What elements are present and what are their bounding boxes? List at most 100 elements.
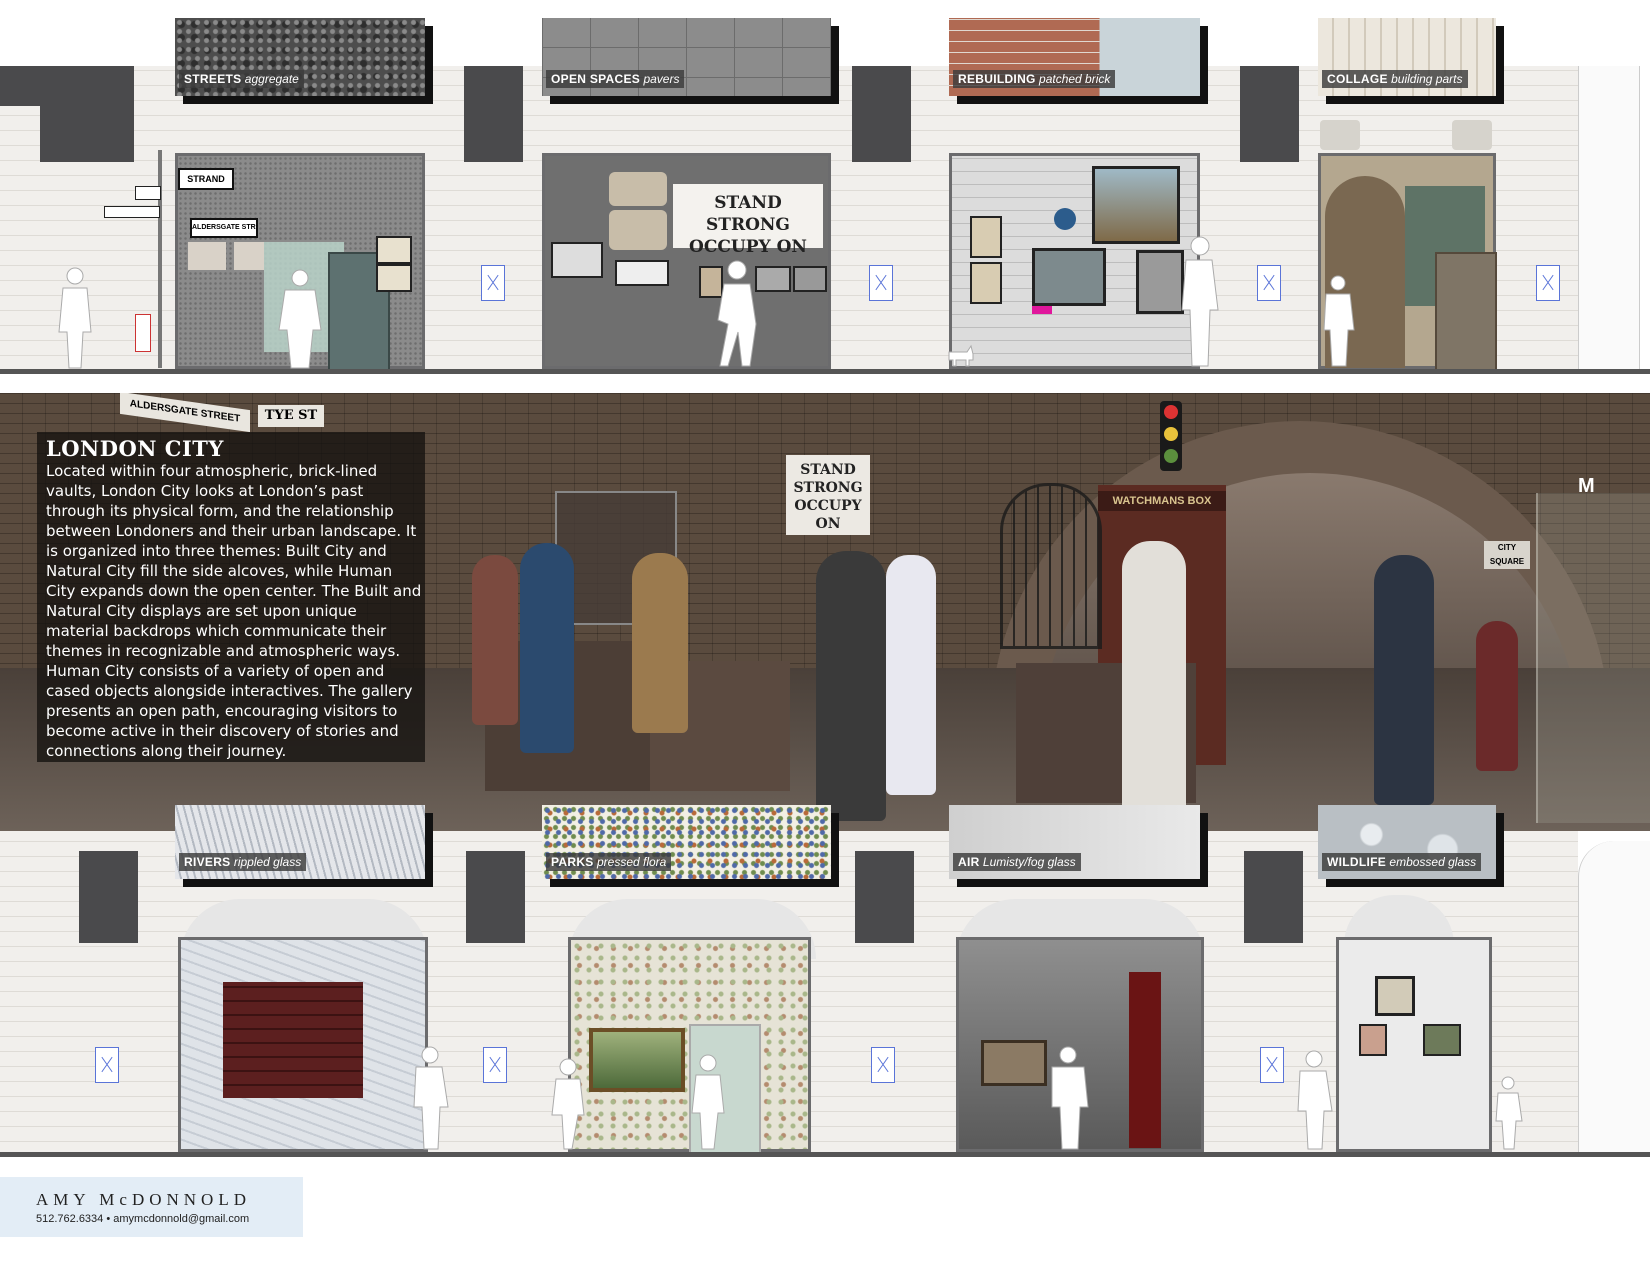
label-tag bbox=[869, 265, 893, 301]
gallery-description: Located within four atmospheric, brick-l… bbox=[46, 462, 422, 760]
label-tag bbox=[1260, 1047, 1284, 1083]
iron-gate bbox=[1000, 483, 1102, 649]
label-pink bbox=[1032, 306, 1052, 314]
swatch-label: WILDLIFE embossed glass bbox=[1322, 853, 1482, 871]
visitor-figure bbox=[278, 269, 322, 369]
visitor bbox=[1374, 555, 1434, 805]
author-name: AMY McDONNOLD bbox=[36, 1190, 251, 1209]
visitor-figure bbox=[413, 1046, 449, 1150]
label-tag bbox=[481, 265, 505, 301]
swatch-label: REBUILDING patched brick bbox=[953, 70, 1116, 88]
top-pillar bbox=[852, 66, 911, 162]
framed-photo bbox=[615, 260, 669, 286]
top-elevation: STRAND ALDERSGATE STREET STAND STRONG OC… bbox=[0, 0, 1650, 380]
swatch-air: AIR Lumisty/fog glass bbox=[949, 805, 1200, 879]
wooden-boat-section bbox=[223, 982, 363, 1098]
visitor-figure bbox=[1051, 1046, 1089, 1150]
visitor bbox=[520, 543, 574, 753]
swatch-parks: PARKS pressed flora bbox=[542, 805, 831, 879]
watchmans-box-sign: WATCHMANS BOX bbox=[1098, 491, 1226, 511]
visitor bbox=[1476, 621, 1518, 771]
strand-sign: STRAND bbox=[178, 168, 234, 190]
visitor-figure bbox=[551, 1058, 585, 1150]
top-pillar bbox=[0, 66, 44, 106]
red-gas-lamp bbox=[1129, 972, 1161, 1148]
visitor bbox=[816, 551, 886, 821]
plaque bbox=[188, 242, 226, 270]
render-sign-tye: TYE ST bbox=[258, 405, 324, 427]
bottom-floor-line bbox=[0, 1152, 1650, 1157]
framed-specimen bbox=[1359, 1024, 1387, 1056]
swatch-label: RIVERS rippled glass bbox=[179, 853, 307, 871]
framed-print bbox=[1136, 250, 1184, 314]
framed-print bbox=[970, 262, 1002, 304]
visitor bbox=[886, 555, 936, 795]
capital-ornament bbox=[1320, 120, 1360, 150]
visitor-figure bbox=[58, 267, 92, 369]
glass-panel bbox=[1536, 493, 1650, 823]
visitor-figure bbox=[1181, 236, 1219, 367]
framed-print bbox=[970, 216, 1002, 258]
plaque bbox=[234, 242, 264, 270]
swatch-open-spaces: OPEN SPACES pavers bbox=[542, 18, 831, 96]
child-figure bbox=[1495, 1076, 1523, 1150]
framed-specimen bbox=[1423, 1024, 1461, 1056]
factory-painting bbox=[981, 1040, 1047, 1086]
top-wall-right-outline bbox=[1578, 66, 1640, 370]
fire-hydrant bbox=[135, 314, 151, 352]
visitor-figure bbox=[1297, 1050, 1333, 1150]
visitor-figure bbox=[1323, 275, 1355, 367]
framed-print bbox=[376, 264, 412, 292]
street-sign bbox=[104, 206, 160, 218]
top-pillar bbox=[40, 66, 134, 162]
visitor bbox=[632, 553, 688, 733]
open-spaces-case: STAND STRONG OCCUPY ON bbox=[542, 153, 831, 369]
swatch-label: STREETS aggregate bbox=[179, 70, 304, 88]
swatch-rivers: RIVERS rippled glass bbox=[175, 805, 425, 879]
dog-figure bbox=[948, 344, 974, 367]
bottom-elevation bbox=[0, 831, 1650, 1161]
visitor-figure bbox=[717, 260, 757, 367]
label-tag bbox=[95, 1047, 119, 1083]
label-tag bbox=[1257, 265, 1281, 301]
label-tag bbox=[483, 1047, 507, 1083]
framed-photo bbox=[551, 242, 603, 278]
bottom-pillar bbox=[466, 851, 525, 943]
top-pillar bbox=[464, 66, 523, 162]
stone-relief bbox=[609, 210, 667, 250]
light-green bbox=[1164, 449, 1178, 463]
park-painting bbox=[589, 1028, 685, 1092]
swatch-label: PARKS pressed flora bbox=[546, 853, 672, 871]
label-tag bbox=[1536, 265, 1560, 301]
swatch-streets: STREETS aggregate bbox=[175, 18, 425, 96]
visitor-figure bbox=[691, 1054, 725, 1150]
framed-print bbox=[1032, 248, 1106, 306]
city-square-sign: CITY SQUARE bbox=[1484, 541, 1530, 569]
wooden-door bbox=[1435, 252, 1497, 372]
light-amber bbox=[1164, 427, 1178, 441]
swatch-label: COLLAGE building parts bbox=[1322, 70, 1468, 88]
bottom-pillar bbox=[79, 851, 138, 943]
street-sign bbox=[135, 186, 161, 200]
owl-print bbox=[1375, 976, 1415, 1016]
gallery-title: LONDON CITY bbox=[46, 436, 224, 461]
label-tag bbox=[871, 1047, 895, 1083]
capital-ornament bbox=[1452, 120, 1492, 150]
babel-painting bbox=[1092, 166, 1180, 244]
swatch-collage: COLLAGE building parts bbox=[1318, 18, 1496, 96]
top-floor-line bbox=[0, 369, 1650, 374]
bottom-pillar bbox=[855, 851, 914, 943]
aldersgate-sign: ALDERSGATE STREET bbox=[190, 218, 258, 238]
traffic-light bbox=[1160, 401, 1182, 471]
visitor bbox=[1122, 541, 1186, 831]
rebuilding-case bbox=[949, 153, 1200, 369]
round-plaque bbox=[1054, 208, 1076, 230]
visitor bbox=[472, 555, 518, 725]
framed-print bbox=[376, 236, 412, 264]
street-signpost bbox=[158, 150, 162, 368]
swatch-wildlife: WILDLIFE embossed glass bbox=[1318, 805, 1496, 879]
swatch-rebuilding: REBUILDING patched brick bbox=[949, 18, 1200, 96]
author-contact: 512.762.6334 • amymcdonnold@gmail.com bbox=[36, 1213, 250, 1225]
rivers-case bbox=[178, 937, 428, 1152]
swatch-label: OPEN SPACES pavers bbox=[546, 70, 685, 88]
